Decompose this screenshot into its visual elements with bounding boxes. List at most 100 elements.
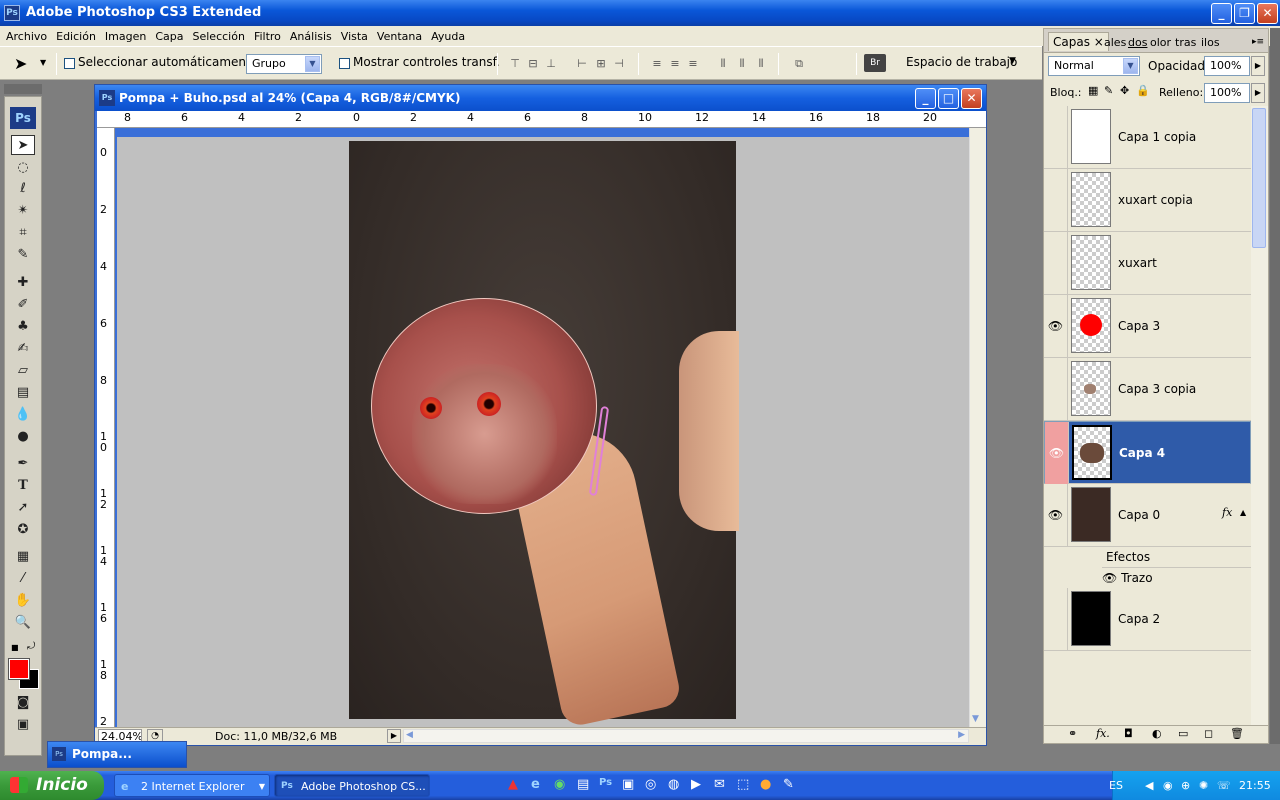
align-vcenter-icon[interactable]: ⊟	[526, 57, 540, 71]
adjustment-layer-icon[interactable]: ◐	[1152, 727, 1162, 740]
path-selection-tool-icon[interactable]: ➚	[11, 498, 35, 518]
visibility-toggle[interactable]	[1044, 169, 1068, 232]
tray-expand-icon[interactable]: ◀	[1145, 771, 1153, 800]
toolbox-header[interactable]	[4, 84, 42, 94]
eye-icon[interactable]: 👁	[1102, 571, 1117, 585]
move-tool-icon[interactable]: ➤	[11, 135, 35, 155]
layer-row[interactable]: 👁 Capa 3	[1044, 295, 1251, 358]
fx-icon[interactable]: fx	[1222, 506, 1232, 519]
opacity-input[interactable]: 100%	[1204, 56, 1250, 76]
horizontal-scrollbar[interactable]: ◀ ▶	[403, 729, 969, 743]
panel-menu-icon[interactable]: ▸≡	[1252, 37, 1264, 47]
ps-quicklaunch-icon[interactable]: Ps	[599, 777, 612, 788]
foreground-color-swatch[interactable]	[8, 658, 30, 680]
zoom-tool-icon[interactable]: 🔍	[11, 613, 35, 633]
tray-icon-4[interactable]: ☏	[1217, 771, 1231, 800]
app-icon-3[interactable]: ▤	[577, 777, 589, 792]
app-icon-10[interactable]: ✎	[783, 777, 794, 792]
eye-icon[interactable]: 👁	[1045, 422, 1069, 485]
scroll-down-icon[interactable]: ▼	[972, 714, 979, 724]
distribute-hcenter-icon[interactable]: ⦀	[735, 57, 749, 71]
workspace-label[interactable]: Espacio de trabajo	[906, 55, 1017, 69]
menu-seleccion[interactable]: Selección	[189, 30, 250, 43]
document-image[interactable]	[349, 141, 739, 729]
tab-history[interactable]: dos	[1128, 36, 1147, 49]
taskbar-item-photoshop[interactable]: Ps Adobe Photoshop CS...	[274, 774, 430, 797]
minimize-button[interactable]: _	[1211, 3, 1232, 24]
align-top-icon[interactable]: ⊤	[508, 57, 522, 71]
eyedropper-tool-icon[interactable]: ⁄	[11, 569, 35, 589]
menu-imagen[interactable]: Imagen	[101, 30, 151, 43]
visibility-toggle[interactable]	[1044, 588, 1068, 651]
brush-tool-icon[interactable]: ✐	[11, 295, 35, 315]
document-title-bar[interactable]: Pompa + Buho.psd al 24% (Capa 4, RGB/8#/…	[95, 85, 986, 111]
layer-row[interactable]: xuxart	[1044, 232, 1251, 295]
menu-edicion[interactable]: Edición	[52, 30, 101, 43]
scrollbar-thumb[interactable]	[1252, 108, 1266, 248]
gradient-tool-icon[interactable]: ▤	[11, 383, 35, 403]
bridge-icon[interactable]: Br	[864, 54, 886, 72]
doc-maximize-button[interactable]: □	[938, 88, 959, 109]
blend-mode-select[interactable]: Normal ▼	[1048, 56, 1140, 76]
doc-minimize-button[interactable]: _	[915, 88, 936, 109]
app-icon-2[interactable]: ◉	[554, 777, 565, 792]
start-button[interactable]: Inicio	[0, 771, 104, 800]
visibility-toggle[interactable]	[1044, 232, 1068, 295]
add-mask-icon[interactable]: ◘	[1124, 727, 1133, 740]
lasso-tool-icon[interactable]: ℓ	[11, 179, 35, 199]
app-icon-6[interactable]: ◍	[668, 777, 679, 792]
scroll-left-icon[interactable]: ◀	[406, 730, 413, 740]
lock-all-icon[interactable]: 🔒	[1136, 84, 1150, 97]
canvas-area[interactable]	[117, 137, 969, 729]
eye-icon[interactable]: 👁	[1044, 295, 1068, 358]
layer-row[interactable]: xuxart copia	[1044, 169, 1251, 232]
media-player-icon[interactable]: ▶	[691, 777, 701, 792]
close-button[interactable]: ✕	[1257, 3, 1278, 24]
layers-scrollbar[interactable]	[1251, 106, 1268, 726]
photoshop-logo-icon[interactable]: Ps	[10, 107, 36, 129]
crop-tool-icon[interactable]: ⌗	[11, 223, 35, 243]
tool-preset-dropdown-icon[interactable]: ▼	[40, 58, 46, 67]
scroll-right-icon[interactable]: ▶	[958, 730, 965, 740]
eraser-tool-icon[interactable]: ▱	[11, 361, 35, 381]
visibility-toggle[interactable]	[1044, 358, 1068, 421]
distribute-top-icon[interactable]: ≡	[650, 57, 664, 71]
auto-select-dropdown[interactable]: Grupo ▼	[246, 54, 322, 74]
menu-filtro[interactable]: Filtro	[250, 30, 286, 43]
slice-tool-icon[interactable]: ✎	[11, 245, 35, 265]
eye-icon[interactable]: 👁	[1044, 484, 1068, 547]
distribute-bottom-icon[interactable]: ≡	[686, 57, 700, 71]
add-style-icon[interactable]: fx.	[1096, 727, 1110, 740]
chevron-down-icon[interactable]: ▼	[1123, 58, 1138, 74]
align-left-icon[interactable]: ⊢	[575, 57, 589, 71]
clock[interactable]: 21:55	[1239, 771, 1271, 800]
menu-archivo[interactable]: Archivo	[2, 30, 52, 43]
menu-capa[interactable]: Capa	[151, 30, 188, 43]
history-brush-tool-icon[interactable]: ✍	[11, 339, 35, 359]
app-icon-7[interactable]: ✉	[714, 777, 725, 792]
app-icon-8[interactable]: ⬚	[737, 777, 749, 792]
layer-row[interactable]: 👁 Capa 0 fx ▲	[1044, 484, 1251, 547]
layer-row[interactable]: Capa 3 copia	[1044, 358, 1251, 421]
doc-close-button[interactable]: ✕	[961, 88, 982, 109]
layer-row[interactable]: Capa 1 copia	[1044, 106, 1251, 169]
tray-icon-3[interactable]: ✺	[1199, 771, 1208, 800]
default-colors-icon[interactable]: ■	[11, 643, 19, 652]
opacity-slider-icon[interactable]: ▶	[1251, 56, 1265, 76]
app-icon-1[interactable]: ▲	[508, 777, 518, 792]
menu-analisis[interactable]: Análisis	[286, 30, 337, 43]
app-icon-5[interactable]: ◎	[645, 777, 656, 792]
layer-row-selected[interactable]: 👁 Capa 4	[1044, 421, 1251, 485]
workspace-chevron-icon[interactable]: ▼	[1009, 56, 1016, 66]
ie-quicklaunch-icon[interactable]: e	[531, 777, 540, 792]
dodge-tool-icon[interactable]: ●	[11, 427, 35, 447]
minimized-document[interactable]: Pompa...	[47, 741, 187, 768]
magic-wand-tool-icon[interactable]: ✴	[11, 201, 35, 221]
swap-colors-icon[interactable]: ⤾	[27, 641, 35, 652]
align-right-icon[interactable]: ⊣	[612, 57, 626, 71]
tab-styles[interactable]: ilos	[1201, 36, 1220, 49]
layer-row[interactable]: Capa 2	[1044, 588, 1251, 651]
blur-tool-icon[interactable]: 💧	[11, 405, 35, 425]
tray-icon-1[interactable]: ◉	[1163, 771, 1173, 800]
new-layer-icon[interactable]: ◻	[1204, 727, 1213, 740]
